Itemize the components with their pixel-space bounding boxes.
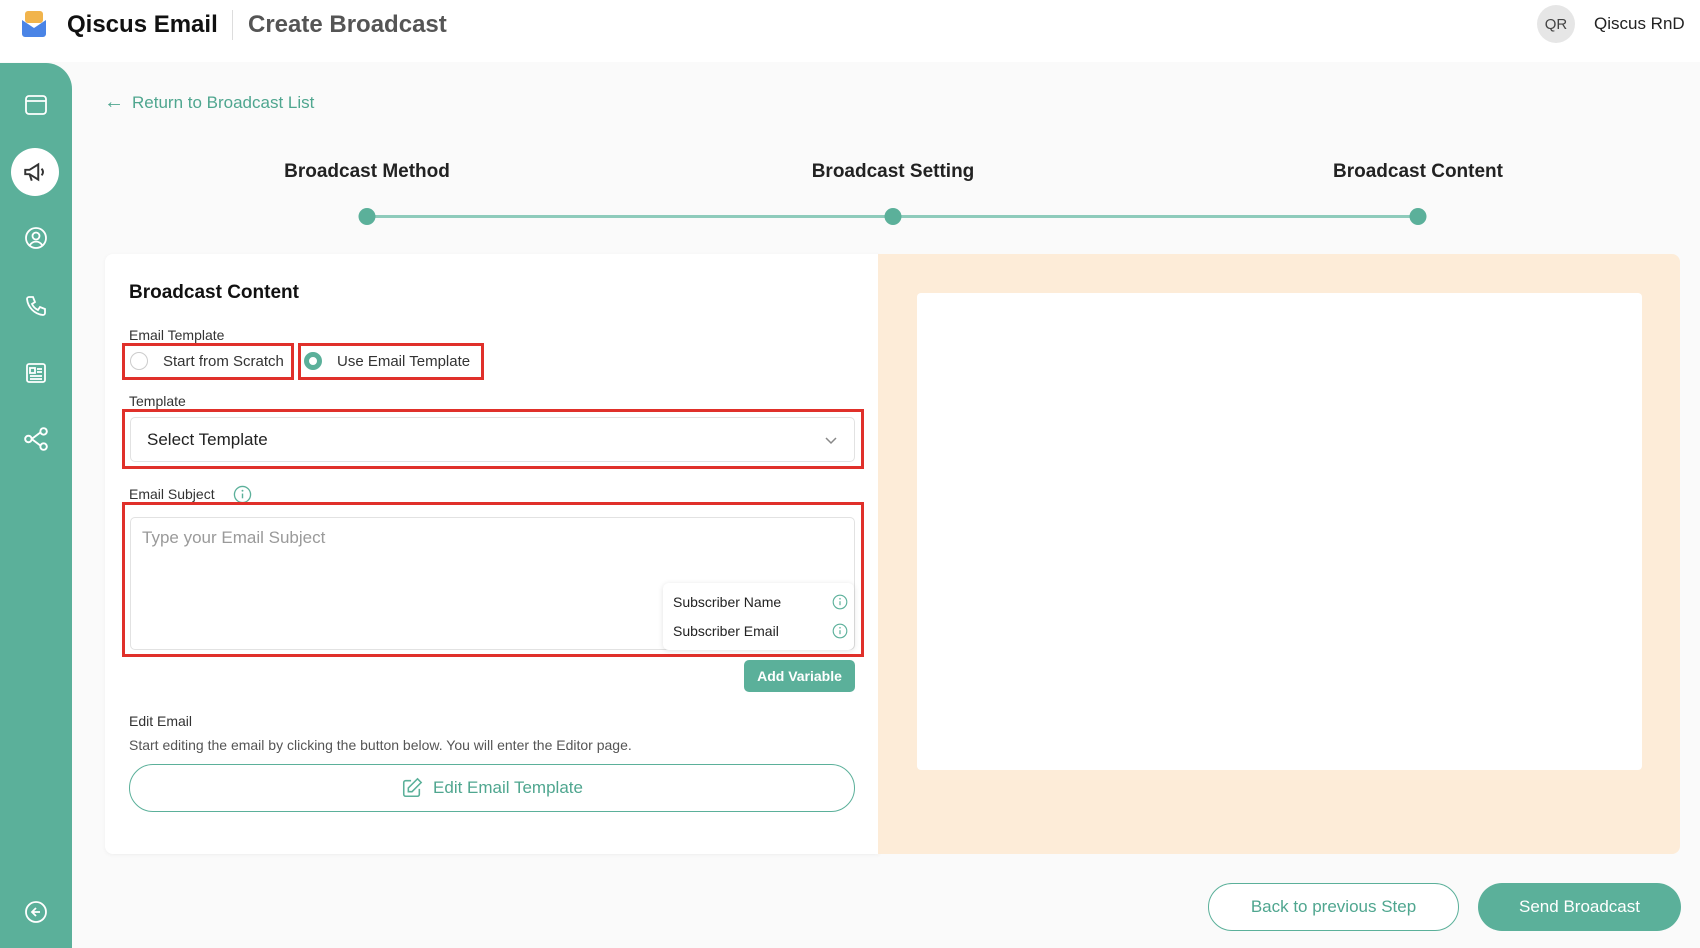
back-to-previous-step-button[interactable]: Back to previous Step [1208,883,1459,931]
subject-placeholder: Type your Email Subject [142,528,326,547]
edit-email-template-button[interactable]: Edit Email Template [129,764,855,812]
sidebar-item-phone[interactable] [10,282,62,330]
preview-panel [878,254,1680,854]
news-icon [26,363,46,383]
step-broadcast-method: Broadcast Method [284,161,450,182]
info-icon [832,623,848,639]
sidebar-item-news[interactable] [10,349,62,397]
edit-button-label: Edit Email Template [433,778,583,797]
email-subject-label: Email Subject [129,486,215,502]
step-dot-1 [358,208,376,225]
radio-use-email-template[interactable] [304,352,322,370]
page-title: Create Broadcast [248,11,447,38]
user-name[interactable]: Qiscus RnD [1594,14,1685,34]
broadcast-icon [24,162,44,182]
sidebar-item-integration[interactable] [10,415,62,463]
info-icon [832,594,848,610]
variable-subscriber-email[interactable]: Subscriber Email [673,623,848,639]
return-link[interactable]: ← Return to Broadcast List [104,91,314,114]
step-dot-2 [884,208,902,225]
sidebar-item-contacts[interactable] [10,214,62,262]
variable-subscriber-name[interactable]: Subscriber Name [673,594,848,610]
sidebar-item-dashboard[interactable] [10,81,62,129]
top-header: Qiscus Email Create Broadcast QR Qiscus … [0,0,1700,62]
phone-icon [26,296,46,316]
app-logo-icon [22,11,46,37]
variable-menu: Subscriber Name Subscriber Email [663,583,854,650]
app-name: Qiscus Email [67,11,218,38]
chevron-down-icon [825,436,837,444]
option-template-label[interactable]: Use Email Template [337,353,470,370]
edit-icon [403,777,423,798]
template-select-value: Select Template [147,429,268,449]
template-label: Template [129,393,186,409]
avatar-initials: QR [1544,15,1568,33]
dashboard-icon [25,95,47,115]
step-broadcast-setting: Broadcast Setting [811,161,975,182]
collapse-icon [25,901,47,923]
contacts-icon [25,227,47,249]
option-scratch-label[interactable]: Start from Scratch [163,353,284,370]
return-link-label: Return to Broadcast List [132,92,315,112]
form-title: Broadcast Content [129,282,299,303]
avatar[interactable]: QR [1537,5,1575,43]
email-template-label: Email Template [129,327,225,343]
variable-label: Subscriber Email [673,623,779,639]
edit-email-description: Start editing the email by clicking the … [129,737,632,753]
radio-start-from-scratch[interactable] [130,352,148,370]
step-broadcast-content: Broadcast Content [1333,161,1503,182]
sidebar-collapse-button[interactable] [10,888,62,936]
integration-icon [24,427,48,451]
edit-email-label: Edit Email [129,713,193,729]
template-select[interactable]: Select Template [130,417,855,462]
send-broadcast-button[interactable]: Send Broadcast [1478,883,1681,931]
header-divider [232,10,233,40]
email-preview [917,293,1642,770]
step-dot-3 [1409,208,1427,225]
variable-label: Subscriber Name [673,594,782,610]
sidebar-item-broadcast[interactable] [11,148,59,196]
arrow-left-icon: ← [104,91,124,113]
add-variable-button[interactable]: Add Variable [744,660,855,692]
sidebar [0,63,72,948]
